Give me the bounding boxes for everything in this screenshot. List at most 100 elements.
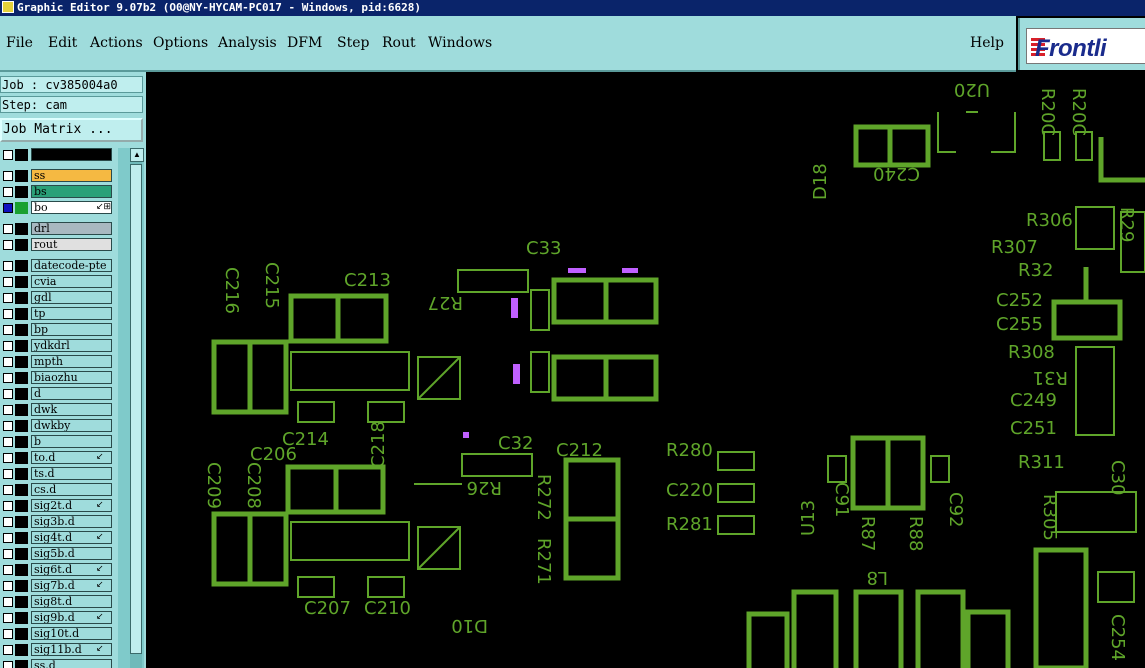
layer-swatch[interactable] (15, 404, 28, 416)
layer-swatch[interactable] (15, 308, 28, 320)
menu-actions[interactable]: Actions (90, 35, 143, 51)
layer-swatch[interactable] (15, 468, 28, 480)
layer-swatch[interactable] (15, 436, 28, 448)
layer-checkbox[interactable] (3, 203, 13, 213)
layer-checkbox[interactable] (3, 517, 13, 527)
layer-checkbox[interactable] (3, 629, 13, 639)
layer-checkbox[interactable] (3, 501, 13, 511)
layer-swatch[interactable] (15, 660, 28, 668)
layer-row[interactable]: sig3b.d (0, 515, 118, 529)
menu-analysis[interactable]: Analysis (218, 35, 277, 51)
layer-swatch[interactable] (15, 186, 28, 198)
scroll-up-icon[interactable]: ▲ (130, 148, 144, 162)
layer-row[interactable]: sig5b.d (0, 547, 118, 561)
layer-row[interactable]: mpth (0, 355, 118, 369)
layer-swatch[interactable] (15, 596, 28, 608)
layer-name[interactable]: datecode-pte (31, 259, 112, 272)
layer-name[interactable]: bp (31, 323, 112, 336)
layer-swatch[interactable] (15, 340, 28, 352)
layer-row[interactable]: cvia (0, 275, 118, 289)
layer-row[interactable]: dwk (0, 403, 118, 417)
layer-name[interactable]: ss.d (31, 659, 112, 668)
layer-row[interactable]: sig6t.d ↙ (0, 563, 118, 577)
layer-row[interactable]: sig8t.d (0, 595, 118, 609)
layer-row[interactable]: datecode-pte (0, 259, 118, 273)
layer-name[interactable]: ydkdrl (31, 339, 112, 352)
layer-name[interactable]: cvia (31, 275, 112, 288)
job-matrix-button[interactable]: Job Matrix ... (0, 118, 143, 142)
layer-swatch[interactable] (15, 223, 28, 235)
menu-dfm[interactable]: DFM (287, 35, 322, 51)
layer-row[interactable]: ss (0, 169, 118, 183)
layer-row[interactable]: sig4t.d ↙ (0, 531, 118, 545)
layer-swatch[interactable] (15, 292, 28, 304)
app-icon[interactable] (2, 1, 14, 13)
layer-row[interactable]: bp (0, 323, 118, 337)
layer-scrollbar[interactable]: ▲ (118, 148, 144, 668)
layer-swatch[interactable] (15, 580, 28, 592)
layer-swatch[interactable] (15, 372, 28, 384)
layer-row[interactable]: drl (0, 222, 118, 236)
layer-name[interactable]: mpth (31, 355, 112, 368)
layer-name[interactable]: rout (31, 238, 112, 251)
layer-name[interactable]: cs.d (31, 483, 112, 496)
layer-swatch[interactable] (15, 388, 28, 400)
layer-name[interactable]: biaozhu (31, 371, 112, 384)
layer-checkbox[interactable] (3, 293, 13, 303)
layer-row[interactable]: to.d ↙ (0, 451, 118, 465)
layer-swatch[interactable] (15, 628, 28, 640)
layer-swatch[interactable] (15, 564, 28, 576)
layer-checkbox[interactable] (3, 405, 13, 415)
layer-name[interactable]: sig3b.d (31, 515, 112, 528)
layer-checkbox[interactable] (3, 661, 13, 668)
layer-checkbox[interactable] (3, 597, 13, 607)
layer-swatch[interactable] (15, 260, 28, 272)
layer-checkbox[interactable] (3, 224, 13, 234)
layer-swatch[interactable] (15, 548, 28, 560)
graphic-canvas[interactable]: U20 R20C R20C D18 C240 R306 R307 R32 R29… (146, 72, 1145, 668)
menu-windows[interactable]: Windows (428, 35, 492, 51)
menu-help[interactable]: Help (970, 35, 1004, 51)
layer-row[interactable]: d (0, 387, 118, 401)
layer-name[interactable]: tp (31, 307, 112, 320)
menu-step[interactable]: Step (337, 35, 369, 51)
layer-row[interactable]: bo ↙⊞ (0, 201, 118, 215)
menu-options[interactable]: Options (153, 35, 208, 51)
layer-row[interactable]: dwkby (0, 419, 118, 433)
layer-swatch[interactable] (15, 532, 28, 544)
menu-rout[interactable]: Rout (382, 35, 416, 51)
layer-swatch[interactable] (15, 356, 28, 368)
layer-name[interactable]: dwkby (31, 419, 112, 432)
layer-swatch[interactable] (15, 612, 28, 624)
layer-name[interactable]: dwk (31, 403, 112, 416)
layer-checkbox[interactable] (3, 150, 13, 160)
layer-name[interactable]: sig5b.d (31, 547, 112, 560)
layer-row[interactable]: gdl (0, 291, 118, 305)
layer-swatch[interactable] (15, 484, 28, 496)
layer-checkbox[interactable] (3, 389, 13, 399)
layer-swatch[interactable] (15, 644, 28, 656)
layer-row[interactable]: sig2t.d ↙ (0, 499, 118, 513)
menu-file[interactable]: File (6, 35, 33, 51)
layer-checkbox[interactable] (3, 421, 13, 431)
layer-checkbox[interactable] (3, 373, 13, 383)
layer-row[interactable]: bs (0, 185, 118, 199)
layer-row[interactable]: b (0, 435, 118, 449)
layer-name[interactable]: bs (31, 185, 112, 198)
layer-checkbox[interactable] (3, 357, 13, 367)
layer-checkbox[interactable] (3, 469, 13, 479)
layer-checkbox[interactable] (3, 485, 13, 495)
layer-checkbox[interactable] (3, 613, 13, 623)
layer-checkbox[interactable] (3, 240, 13, 250)
layer-checkbox[interactable] (3, 341, 13, 351)
layer-checkbox[interactable] (3, 581, 13, 591)
layer-name[interactable]: b (31, 435, 112, 448)
layer-row[interactable]: sig9b.d ↙ (0, 611, 118, 625)
layer-checkbox[interactable] (3, 277, 13, 287)
layer-checkbox[interactable] (3, 171, 13, 181)
layer-checkbox[interactable] (3, 187, 13, 197)
layer-row[interactable]: sig10t.d (0, 627, 118, 641)
layer-swatch[interactable] (15, 149, 28, 161)
layer-swatch[interactable] (15, 420, 28, 432)
layer-name[interactable]: ts.d (31, 467, 112, 480)
